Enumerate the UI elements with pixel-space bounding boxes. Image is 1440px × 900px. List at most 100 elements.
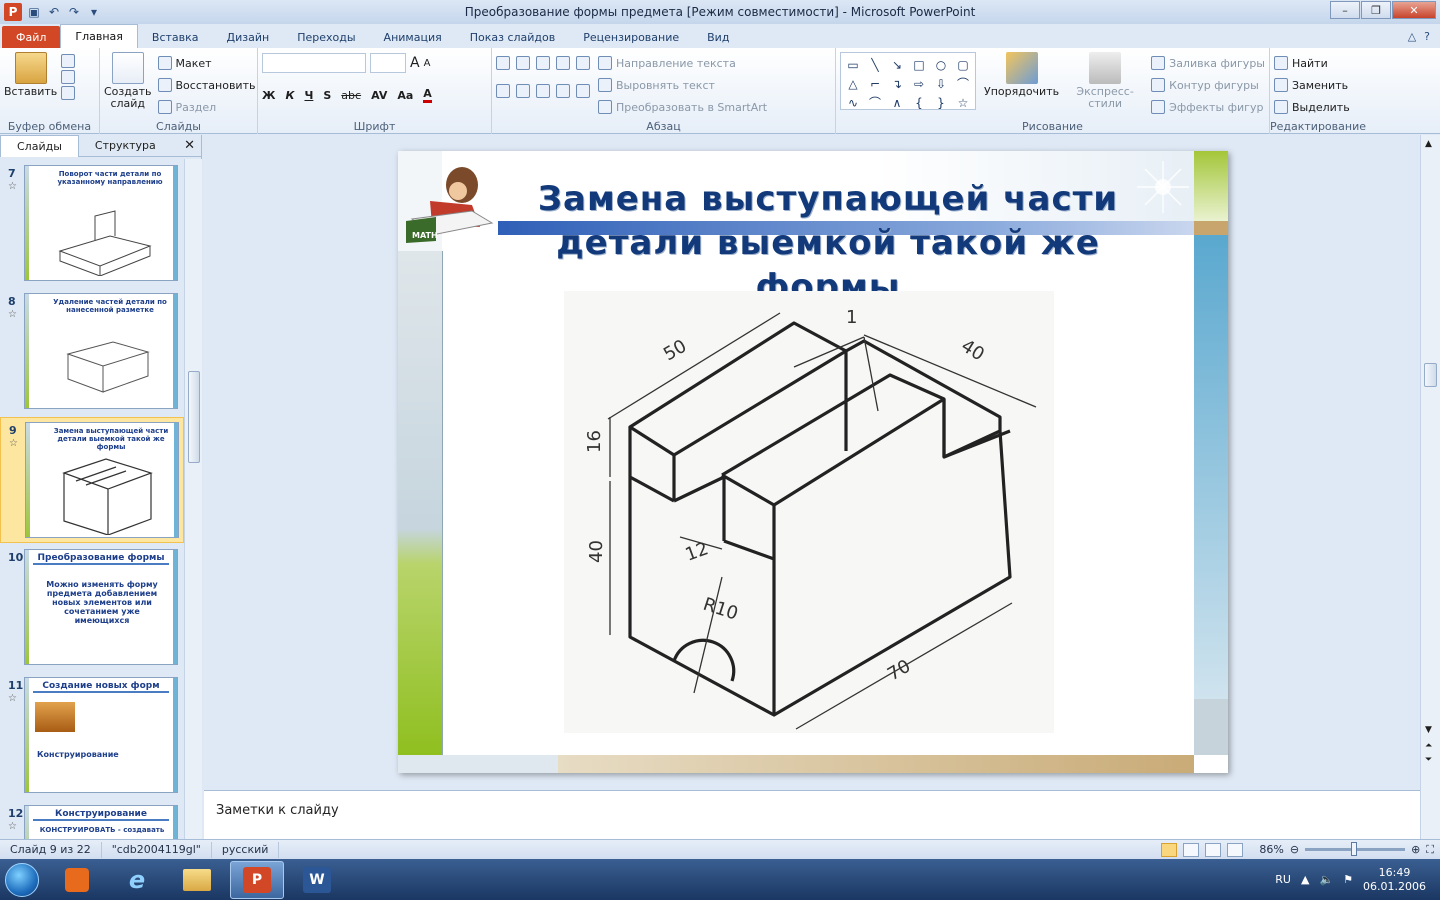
rectangle-shape-icon[interactable]: □	[909, 55, 929, 74]
editor-scrollbar[interactable]: ▲ ▼ ⏶ ⏷	[1420, 135, 1440, 839]
line-shape-icon[interactable]: ╲	[865, 55, 885, 74]
grow-font-button[interactable]: A	[410, 55, 420, 71]
show-hidden-icons-icon[interactable]: ▲	[1301, 873, 1309, 886]
internet-explorer-taskbar-icon[interactable]: e	[110, 861, 164, 899]
input-language[interactable]: RU	[1275, 873, 1291, 886]
align-left-icon[interactable]	[496, 84, 510, 98]
curve-shape-icon[interactable]: ∿	[843, 93, 863, 112]
start-button[interactable]	[0, 860, 44, 900]
slide-sorter-button[interactable]	[1183, 842, 1200, 857]
paste-button[interactable]: Вставить	[4, 52, 57, 100]
media-player-taskbar-icon[interactable]	[50, 861, 104, 899]
normal-view-button[interactable]	[1161, 842, 1178, 857]
minimize-ribbon-icon[interactable]: △	[1408, 30, 1416, 43]
tab-home[interactable]: Главная	[60, 24, 138, 48]
right-arrow-shape-icon[interactable]: ⇨	[909, 74, 929, 93]
minimize-button[interactable]: –	[1330, 1, 1360, 19]
theme-name[interactable]: "cdb2004119gl"	[102, 841, 212, 858]
bullets-icon[interactable]	[496, 56, 510, 70]
shape-effects-button[interactable]: Эффекты фигур	[1151, 96, 1265, 118]
decrease-indent-icon[interactable]	[536, 56, 550, 70]
action-center-flag-icon[interactable]: ⚑	[1343, 873, 1353, 886]
numbering-icon[interactable]	[516, 56, 530, 70]
fit-to-window-icon[interactable]: ⛶	[1426, 843, 1434, 857]
brace-right-shape-icon[interactable]: }	[931, 93, 951, 112]
powerpoint-taskbar-icon[interactable]: P	[230, 860, 284, 899]
close-pane-icon[interactable]: ✕	[184, 138, 195, 153]
copy-icon[interactable]	[61, 70, 76, 84]
underline-button[interactable]: Ч	[304, 89, 313, 102]
triangle-shape-icon[interactable]: △	[843, 74, 863, 93]
strikethrough-button[interactable]: abc	[341, 89, 361, 102]
redo-icon[interactable]: ↷	[66, 4, 82, 20]
clock[interactable]: 16:49 06.01.2006	[1363, 866, 1426, 894]
cut-icon[interactable]	[61, 54, 76, 68]
text-direction-button[interactable]: Направление текста	[598, 52, 767, 74]
tab-insert[interactable]: Вставка	[138, 26, 213, 48]
powerpoint-app-icon[interactable]: P	[4, 3, 22, 21]
brace-left-shape-icon[interactable]: {	[909, 93, 929, 112]
layout-button[interactable]: Макет	[157, 52, 256, 74]
new-slide-button[interactable]: Создать слайд	[104, 52, 152, 118]
select-button[interactable]: Выделить	[1274, 96, 1362, 118]
replace-button[interactable]: Заменить	[1274, 74, 1362, 96]
tab-animations[interactable]: Анимация	[370, 26, 456, 48]
tab-outline[interactable]: Структура	[79, 135, 172, 157]
textbox-shape-icon[interactable]: ▭	[843, 55, 863, 74]
customize-qat-icon[interactable]: ▾	[86, 4, 102, 20]
slideshow-button[interactable]	[1227, 842, 1244, 857]
zoom-slider[interactable]	[1305, 842, 1406, 856]
shrink-font-button[interactable]: A	[424, 58, 431, 69]
elbow-shape-icon[interactable]: ↴	[887, 74, 907, 93]
align-text-button[interactable]: Выровнять текст	[598, 74, 767, 96]
italic-button[interactable]: К	[285, 89, 294, 102]
font-size-select[interactable]	[370, 53, 406, 73]
freeform-shape-icon[interactable]: ⌒	[953, 74, 973, 93]
align-center-icon[interactable]	[516, 84, 530, 98]
scroll-up-icon[interactable]: ▲	[1425, 139, 1432, 149]
save-icon[interactable]: ▣	[26, 4, 42, 20]
rounded-rect-shape-icon[interactable]: ▢	[953, 55, 973, 74]
align-right-icon[interactable]	[536, 84, 550, 98]
previous-slide-icon[interactable]: ⏶	[1425, 741, 1432, 751]
tab-view[interactable]: Вид	[693, 26, 743, 48]
volume-icon[interactable]: 🔈	[1319, 873, 1333, 886]
scroll-thumb[interactable]	[188, 371, 200, 463]
thumbnail-slide-11[interactable]: 11 ☆ Создание новых форм Конструирование	[0, 673, 184, 799]
connector-shape-icon[interactable]: ⌐	[865, 74, 885, 93]
zoom-level[interactable]: 86%	[1259, 843, 1283, 856]
thumbnail-slide-12[interactable]: 12 ☆ Конструирование КОНСТРУИРОВАТЬ - со…	[0, 801, 184, 839]
thumbnail-slide-10[interactable]: 10 Преобразование формы Можно изменять ф…	[0, 545, 184, 671]
shapes-gallery[interactable]: ▭ ╲ ↘ □ ○ ▢ △ ⌐ ↴ ⇨ ⇩ ⌒ ∿ ⌒ ∧ { } ☆	[840, 52, 976, 110]
notes-pane[interactable]: Заметки к слайду	[204, 790, 1420, 839]
tab-review[interactable]: Рецензирование	[569, 26, 693, 48]
wave-shape-icon[interactable]: ∧	[887, 93, 907, 112]
columns-icon[interactable]	[576, 84, 590, 98]
reading-view-button[interactable]	[1205, 842, 1222, 857]
close-button[interactable]: ✕	[1392, 1, 1436, 19]
bold-button[interactable]: Ж	[262, 89, 275, 102]
thumbnail-slide-9[interactable]: 9 ☆ Замена выступающей части детали выем…	[0, 417, 184, 543]
thumbnail-slide-8[interactable]: 8 ☆ Удаление частей детали по нанесенной…	[0, 289, 184, 415]
zoom-out-icon[interactable]: ⊖	[1290, 843, 1299, 856]
next-slide-icon[interactable]: ⏷	[1425, 755, 1432, 765]
thumbnail-slide-7[interactable]: 7 ☆ Поворот части детали по указанному н…	[0, 161, 184, 287]
maximize-button[interactable]: ❐	[1361, 1, 1391, 19]
shape-outline-button[interactable]: Контур фигуры	[1151, 74, 1265, 96]
change-case-button[interactable]: Aa	[397, 89, 413, 102]
tab-file[interactable]: Файл	[2, 26, 61, 48]
tab-slides[interactable]: Слайды	[0, 134, 79, 157]
scroll-thumb[interactable]	[1424, 363, 1437, 387]
oval-shape-icon[interactable]: ○	[931, 55, 951, 74]
shadow-button[interactable]: S	[323, 89, 331, 102]
language-indicator[interactable]: русский	[212, 841, 280, 858]
section-button[interactable]: Раздел	[157, 96, 256, 118]
increase-indent-icon[interactable]	[556, 56, 570, 70]
tab-transitions[interactable]: Переходы	[283, 26, 369, 48]
shape-fill-button[interactable]: Заливка фигуры	[1151, 52, 1265, 74]
slide-title[interactable]: Замена выступающей части детали выемкой …	[488, 177, 1168, 309]
quick-styles-button[interactable]: Экспресс-стили	[1067, 52, 1143, 118]
arrow-line-shape-icon[interactable]: ↘	[887, 55, 907, 74]
line-spacing-icon[interactable]	[576, 56, 590, 70]
arc-shape-icon[interactable]: ⌒	[865, 93, 885, 112]
